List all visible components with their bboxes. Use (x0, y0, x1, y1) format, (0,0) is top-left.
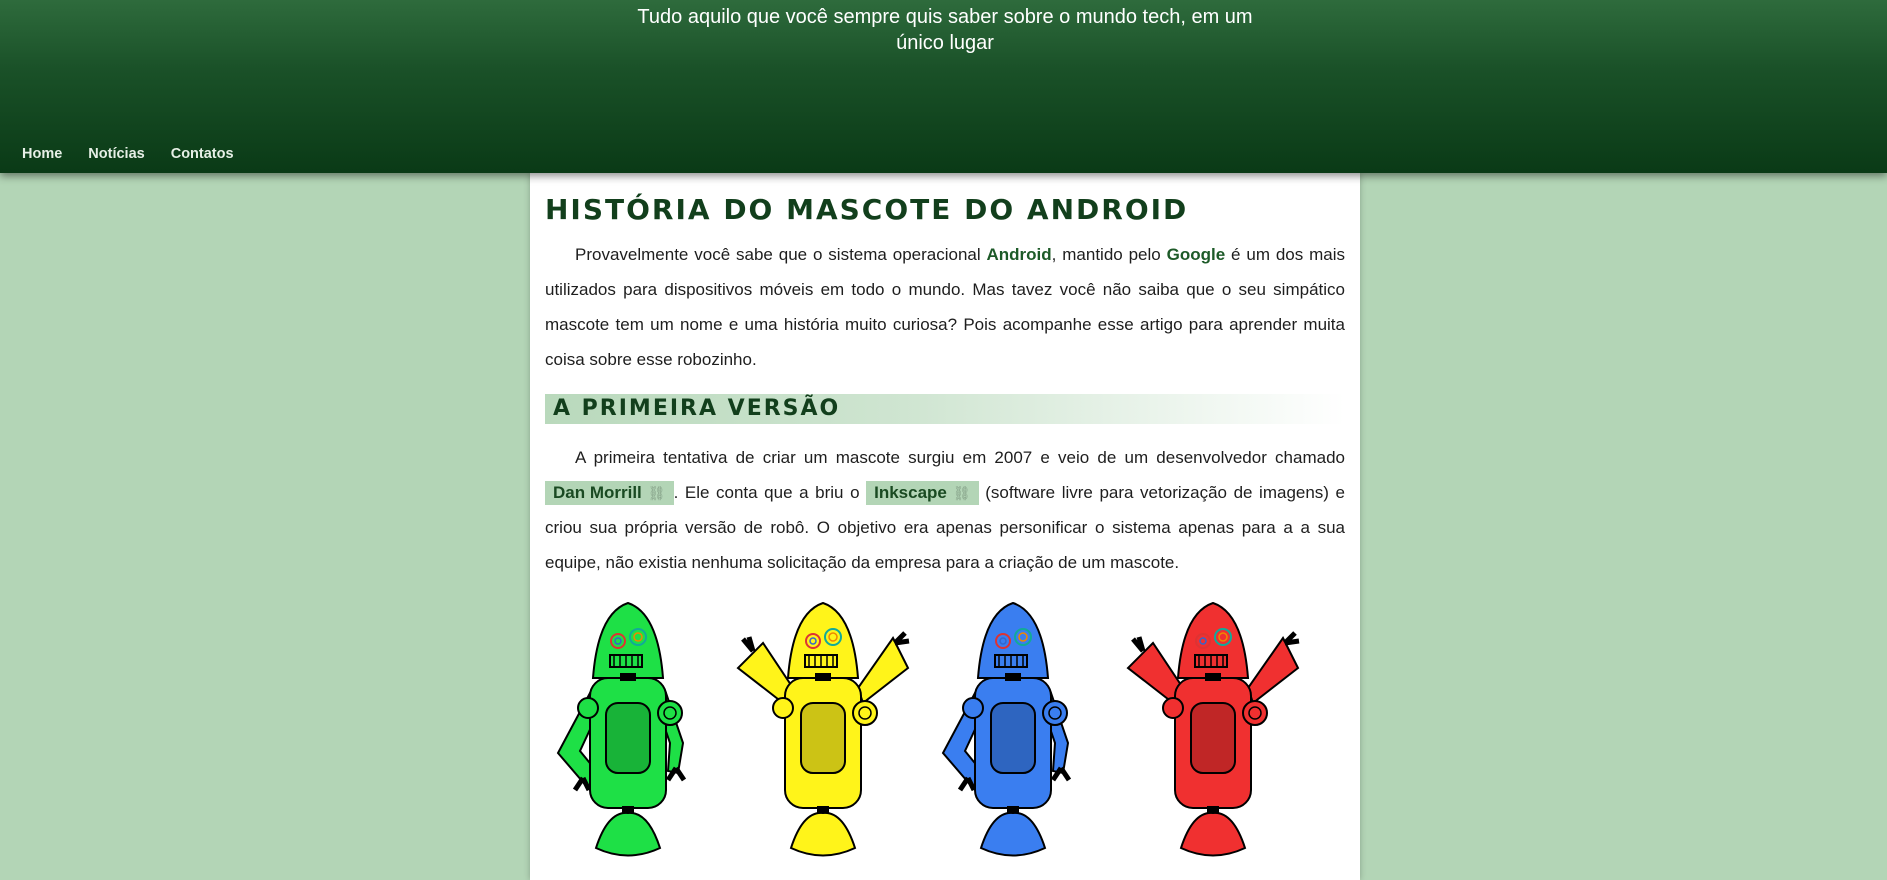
inkscape-link[interactable]: Inkscape ⛓ (866, 481, 979, 505)
nav-home-link[interactable]: Home (22, 146, 62, 162)
site-tagline: Tudo aquilo que você sempre quis saber s… (637, 6, 1253, 54)
android-bold: Android (986, 245, 1052, 264)
nav-contacts-link[interactable]: Contatos (171, 146, 234, 162)
main-nav: Home Notícias Contatos (22, 146, 234, 162)
article-container: História do mascote do Android Provavelm… (530, 173, 1360, 880)
robots-illustration (556, 601, 1300, 857)
article-title: História do mascote do Android (545, 193, 1189, 226)
robot-2 (736, 601, 910, 857)
dan-morrill-link[interactable]: Dan Morrill ⛓ (545, 481, 674, 505)
intro-text-1: Provavelmente você sabe que o sistema op… (575, 245, 987, 264)
site-header: Tudo aquilo que você sempre quis saber s… (0, 0, 1887, 173)
fv-text-2: . Ele conta que a briu o (673, 483, 867, 502)
robot-3 (941, 601, 1072, 857)
dan-morrill-link-text: Dan Morrill (553, 483, 642, 502)
robot-4 (1126, 601, 1300, 857)
first-version-paragraph: A primeira tentativa de criar um mascote… (545, 440, 1345, 580)
intro-text-2: , mantido pelo (1051, 245, 1167, 264)
link-icon: ⛓ (952, 485, 971, 501)
fv-text-1: A primeira tentativa de criar um mascote… (575, 448, 1345, 467)
nav-news-link[interactable]: Notícias (88, 146, 144, 162)
intro-paragraph: Provavelmente você sabe que o sistema op… (545, 237, 1345, 377)
robot-1 (556, 601, 687, 857)
google-bold: Google (1166, 245, 1226, 264)
link-icon: ⛓ (647, 485, 666, 501)
section-title: A primeira versão (545, 394, 1345, 424)
inkscape-link-text: Inkscape (874, 483, 947, 502)
